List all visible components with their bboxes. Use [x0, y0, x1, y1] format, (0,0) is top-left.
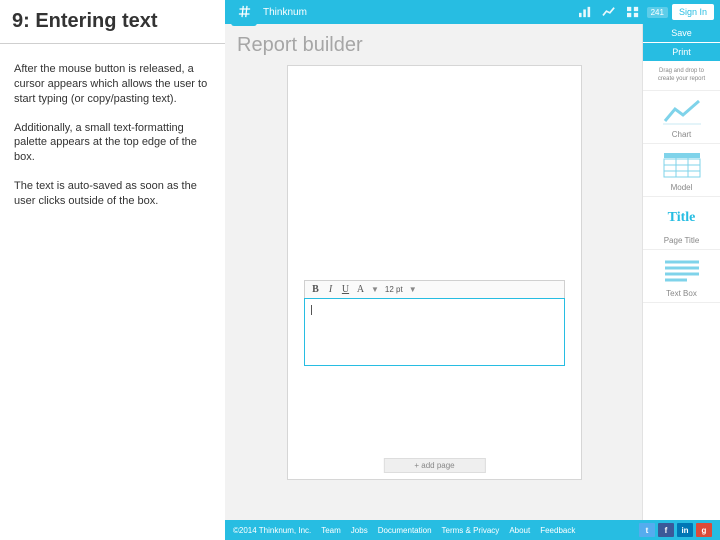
- tool-pagetitle-label: Page Title: [643, 236, 720, 245]
- facebook-icon[interactable]: f: [658, 523, 674, 537]
- font-color-dd-icon[interactable]: ▼: [371, 285, 379, 294]
- format-toolbar: B I U A ▼ 12 pt ▼: [304, 280, 565, 298]
- canvas-area: Report builder B I U A ▼ 12 pt ▼: [225, 24, 642, 540]
- nav-line-icon[interactable]: [599, 4, 619, 20]
- signin-button[interactable]: Sign In: [672, 4, 714, 20]
- toolbox-hint: Drag and drop to create your report: [643, 62, 720, 91]
- logo-badge[interactable]: [231, 0, 257, 26]
- footer-link[interactable]: About: [509, 526, 530, 535]
- footer-link[interactable]: Terms & Privacy: [442, 526, 500, 535]
- save-button[interactable]: Save: [643, 24, 720, 43]
- text-cursor: [311, 305, 312, 315]
- print-button[interactable]: Print: [643, 43, 720, 62]
- twitter-icon[interactable]: t: [639, 523, 655, 537]
- explain-para-2: Additionally, a small text-formatting pa…: [14, 121, 211, 166]
- font-size-value[interactable]: 12 pt: [385, 285, 403, 294]
- nav-chart-icon[interactable]: [575, 4, 595, 20]
- explanation-panel: 9: Entering text After the mouse button …: [0, 0, 225, 540]
- textbox-icon: [662, 256, 702, 286]
- font-size-dd-icon[interactable]: ▼: [409, 285, 417, 294]
- copyright: ©2014 Thinknum, Inc.: [233, 526, 311, 535]
- tool-chart[interactable]: Chart: [643, 91, 720, 144]
- app-screenshot: Thinknum 241 Sign In Report builder B I: [225, 0, 720, 540]
- bold-button[interactable]: B: [311, 284, 320, 295]
- footer-link[interactable]: Documentation: [378, 526, 432, 535]
- nav-grid-icon[interactable]: [623, 4, 643, 20]
- font-color-button[interactable]: A: [356, 284, 365, 295]
- add-page-button[interactable]: + add page: [383, 458, 485, 473]
- textbox-input[interactable]: [304, 298, 565, 366]
- footer-link[interactable]: Team: [321, 526, 341, 535]
- explain-para-1: After the mouse button is released, a cu…: [14, 62, 211, 107]
- footer-link[interactable]: Feedback: [540, 526, 575, 535]
- report-page[interactable]: B I U A ▼ 12 pt ▼ + add page: [287, 65, 582, 480]
- tool-textbox[interactable]: Text Box: [643, 250, 720, 303]
- brand-name: Thinknum: [263, 7, 307, 18]
- count-pill[interactable]: 241: [647, 7, 668, 18]
- underline-button[interactable]: U: [341, 284, 350, 295]
- textbox-group: B I U A ▼ 12 pt ▼: [304, 280, 565, 366]
- tool-model[interactable]: Model: [643, 144, 720, 197]
- toolbox-panel: Save Print Drag and drop to create your …: [642, 24, 720, 540]
- footer-links: Team Jobs Documentation Terms & Privacy …: [321, 526, 575, 535]
- slide-title: 9: Entering text: [12, 10, 225, 33]
- tool-chart-label: Chart: [643, 130, 720, 139]
- italic-button[interactable]: I: [326, 284, 335, 295]
- page-title: Report builder: [237, 34, 632, 57]
- explain-para-3: The text is auto-saved as soon as the us…: [14, 179, 211, 209]
- tool-textbox-label: Text Box: [643, 289, 720, 298]
- gplus-icon[interactable]: g: [696, 523, 712, 537]
- title-icon: Title: [662, 203, 702, 233]
- hash-icon: [237, 4, 252, 19]
- linkedin-icon[interactable]: in: [677, 523, 693, 537]
- model-icon: [662, 150, 702, 180]
- footer-link[interactable]: Jobs: [351, 526, 368, 535]
- app-footer: ©2014 Thinknum, Inc. Team Jobs Documenta…: [225, 520, 720, 540]
- tool-pagetitle[interactable]: Title Page Title: [643, 197, 720, 250]
- app-topbar: Thinknum 241 Sign In: [225, 0, 720, 24]
- tool-model-label: Model: [643, 183, 720, 192]
- chart-icon: [662, 97, 702, 127]
